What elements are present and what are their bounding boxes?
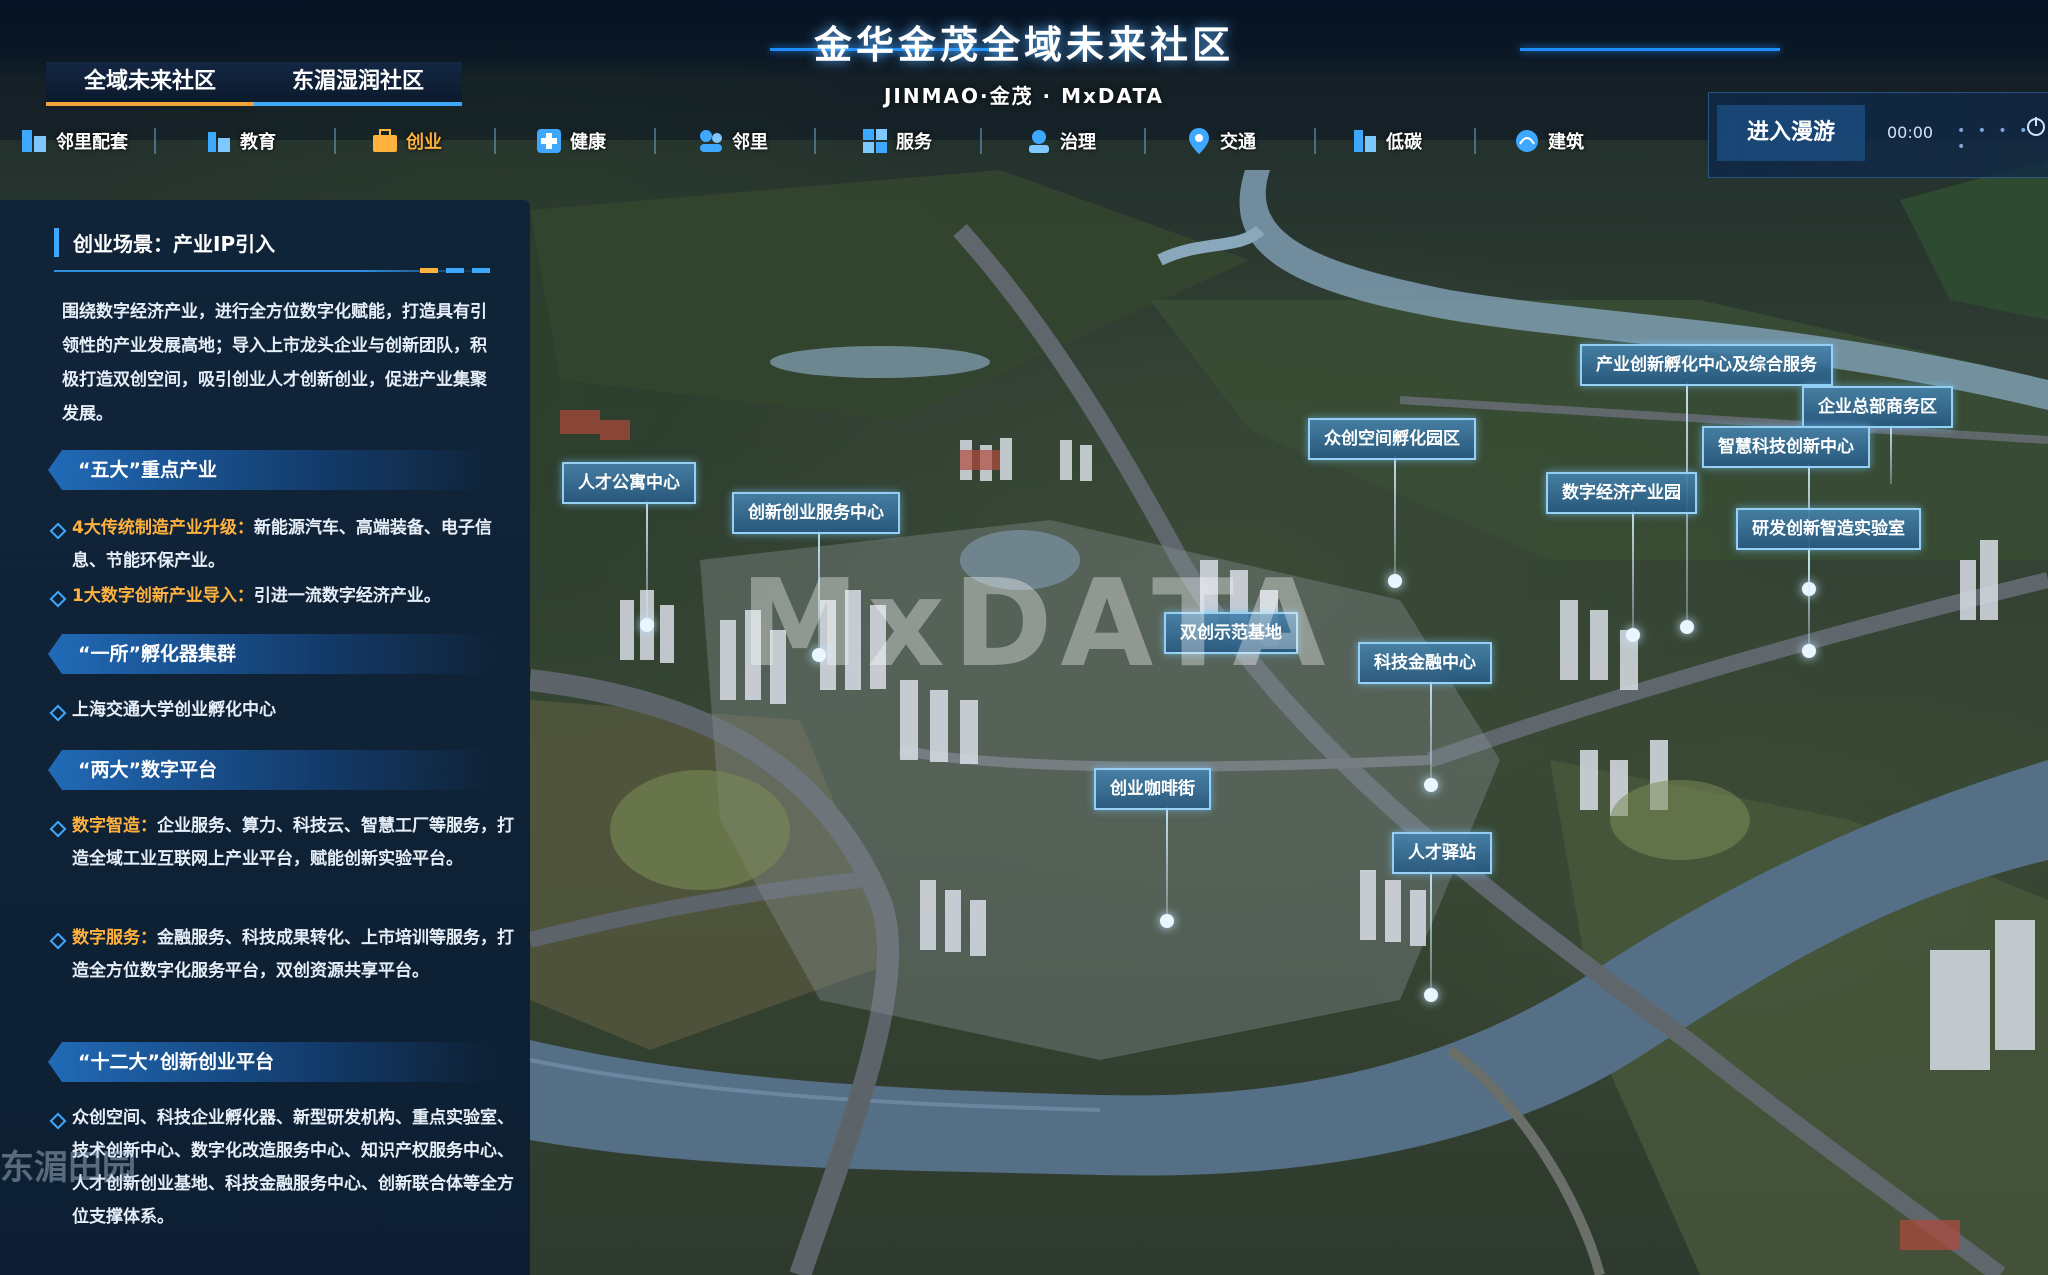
accent-dash (446, 268, 464, 273)
section-head-incubator[interactable]: “一所”孵化器集群 (48, 634, 498, 674)
map-label-digital-park[interactable]: 数字经济产业园 (1546, 472, 1697, 514)
pin-dot (1388, 574, 1402, 588)
section-head-digital-platforms[interactable]: “两大”数字平台 (48, 750, 498, 790)
pin-dot (1680, 620, 1694, 634)
nav-label: 建筑 (1548, 132, 1584, 153)
watermark-brand: MxDATA (740, 555, 1334, 694)
map-label-hq-business-district[interactable]: 企业总部商务区 (1802, 386, 1953, 428)
nav-item-startup[interactable]: 创业 (370, 118, 442, 164)
location-pin-icon (1184, 126, 1214, 156)
building-icon (20, 126, 50, 156)
list-item: 1大数字创新产业导入：引进一流数字经济产业。 (52, 580, 522, 613)
health-icon (534, 126, 564, 156)
enter-roam-button[interactable]: 进入漫游 (1717, 105, 1865, 161)
architecture-icon (1512, 126, 1542, 156)
nav-item-health[interactable]: 健康 (534, 118, 606, 164)
map-label-rd-lab[interactable]: 研发创新智造实验室 (1736, 508, 1921, 550)
nav-divider (814, 128, 816, 154)
pin-dot (1160, 914, 1174, 928)
pin-line (1166, 806, 1168, 916)
accent-dash (472, 268, 490, 273)
nav-item-community[interactable]: 邻里 (696, 118, 768, 164)
nav-label: 邻里配套 (56, 132, 128, 153)
tab-global-community[interactable]: 全域未来社区 (46, 62, 254, 106)
nav-label: 服务 (896, 132, 932, 153)
nav-divider (1474, 128, 1476, 154)
map-label-industry-incubation[interactable]: 产业创新孵化中心及综合服务 (1580, 344, 1833, 386)
pin-line (1430, 870, 1432, 990)
pin-dot (1626, 628, 1640, 642)
section-head-five-industries[interactable]: “五大”重点产业 (48, 450, 498, 490)
pin-dot (640, 618, 654, 632)
nav-label: 邻里 (732, 132, 768, 153)
pin-line (646, 500, 648, 620)
map-label-startup-service-center[interactable]: 创新创业服务中心 (732, 492, 900, 534)
nav-label: 健康 (570, 132, 606, 153)
map-label-maker-space[interactable]: 众创空间孵化园区 (1308, 418, 1476, 460)
service-icon (860, 126, 890, 156)
nav-label: 交通 (1220, 132, 1256, 153)
nav-divider (334, 128, 336, 154)
map-label-talent-station[interactable]: 人才驿站 (1392, 832, 1492, 874)
accent-dash (420, 268, 438, 273)
watermark-text: 东湄田园 (0, 1148, 136, 1188)
pin-dot (1424, 988, 1438, 1002)
nav-item-neighborhood[interactable]: 邻里配套 (20, 118, 128, 164)
nav-divider (1144, 128, 1146, 154)
nav-item-traffic[interactable]: 交通 (1184, 118, 1256, 164)
nav-item-governance[interactable]: 治理 (1024, 118, 1096, 164)
pin-dot (1424, 778, 1438, 792)
pin-line (1632, 510, 1634, 630)
nav-item-architecture[interactable]: 建筑 (1512, 118, 1584, 164)
pin-dot (1802, 644, 1816, 658)
nav-divider (154, 128, 156, 154)
list-item: 上海交通大学创业孵化中心 (52, 694, 522, 727)
briefcase-icon (370, 126, 400, 156)
leaf-icon (1350, 126, 1380, 156)
panel-title: 创业场景：产业IP引入 (54, 228, 275, 257)
pin-line (1430, 680, 1432, 780)
panel-intro-text: 围绕数字经济产业，进行全方位数字化赋能，打造具有引领性的产业发展高地；导入上市龙… (62, 302, 487, 424)
list-item: 数字智造：企业服务、算力、科技云、智慧工厂等服务，打造全域工业互联网上产业平台，… (52, 810, 522, 876)
section-head-twelve-platforms[interactable]: “十二大”创新创业平台 (48, 1042, 498, 1082)
nav-label: 治理 (1060, 132, 1096, 153)
pin-line (1394, 456, 1396, 576)
nav-item-education[interactable]: 教育 (204, 118, 276, 164)
map-label-talent-apartment[interactable]: 人才公寓中心 (562, 462, 696, 504)
power-icon[interactable] (2025, 115, 2047, 141)
pin-line (1890, 424, 1892, 484)
nav-label: 教育 (240, 132, 276, 153)
nav-label: 创业 (406, 132, 442, 153)
roam-time: 00:00 (1887, 123, 1934, 142)
nav-divider (494, 128, 496, 154)
nav-item-low-carbon[interactable]: 低碳 (1350, 118, 1422, 164)
nav-divider (980, 128, 982, 154)
map-label-fintech-center[interactable]: 科技金融中心 (1358, 642, 1492, 684)
community-icon (696, 126, 726, 156)
nav-label: 低碳 (1386, 132, 1422, 153)
map-label-startup-cafe[interactable]: 创业咖啡街 (1094, 768, 1211, 810)
nav-item-service[interactable]: 服务 (860, 118, 932, 164)
list-item: 数字服务：金融服务、科技成果转化、上市培训等服务，打造全方位数字化服务平台，双创… (52, 922, 522, 988)
nav-divider (1314, 128, 1316, 154)
nav-divider (654, 128, 656, 154)
governance-icon (1024, 126, 1054, 156)
pin-line (1808, 546, 1810, 646)
roam-control-box: 进入漫游 00:00 • • • • • (1708, 92, 2048, 178)
info-panel: 创业场景：产业IP引入 围绕数字经济产业，进行全方位数字化赋能，打造具有引领性的… (0, 200, 530, 1275)
list-item: 4大传统制造产业升级：新能源汽车、高端装备、电子信息、节能环保产业。 (52, 512, 522, 578)
tab-donghu-community[interactable]: 东湄湿润社区 (254, 62, 462, 106)
scene-nav: 邻里配套 教育 创业 健康 邻里 服务 治理 交通 低碳 建筑 (14, 118, 1594, 168)
page-title: 金华金茂全域未来社区 (813, 23, 1234, 67)
school-icon (204, 126, 234, 156)
map-label-smart-tech-center[interactable]: 智慧科技创新中心 (1702, 426, 1870, 468)
